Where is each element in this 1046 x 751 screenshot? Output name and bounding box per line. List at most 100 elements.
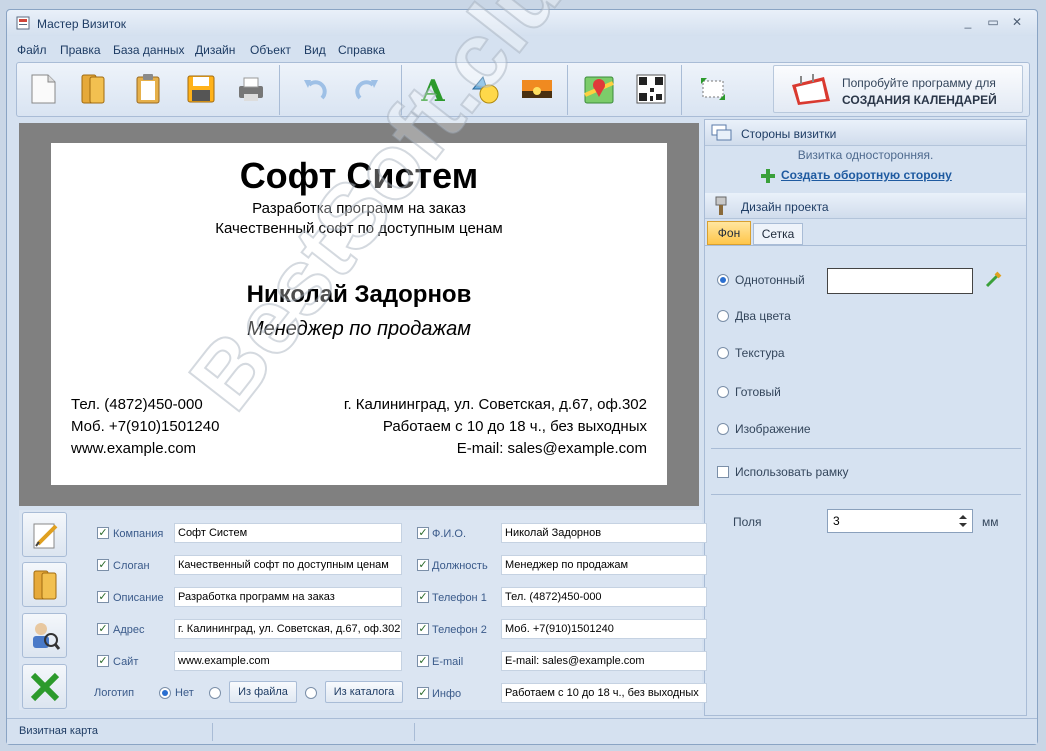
radio-ready[interactable] bbox=[717, 386, 729, 398]
business-card[interactable]: Софт Систем Разработка программ на заказ… bbox=[51, 143, 667, 485]
slogan-input[interactable]: Качественный софт по доступным ценам bbox=[174, 555, 402, 575]
email-label: E-mail bbox=[432, 656, 464, 668]
address-input[interactable]: г. Калининград, ул. Советская, д.67, оф.… bbox=[174, 619, 402, 639]
site-input[interactable]: www.example.com bbox=[174, 651, 402, 671]
print-button[interactable] bbox=[231, 69, 271, 109]
fio-input[interactable]: Николай Задорнов bbox=[501, 523, 707, 543]
app-icon bbox=[16, 16, 30, 30]
description-label: Описание bbox=[113, 592, 164, 604]
email-checkbox[interactable]: ✓ bbox=[417, 655, 429, 667]
card-slogan[interactable]: Качественный софт по доступным ценам bbox=[51, 220, 667, 237]
radio-solid[interactable] bbox=[717, 274, 729, 286]
company-input[interactable]: Софт Систем bbox=[174, 523, 402, 543]
logo-catalog-radio[interactable] bbox=[305, 687, 317, 699]
margins-unit: мм bbox=[982, 515, 999, 529]
menu-database[interactable]: База данных bbox=[113, 43, 184, 57]
excel-side-button[interactable] bbox=[22, 664, 67, 709]
add-text-button[interactable]: A bbox=[413, 69, 453, 109]
phone2-input[interactable]: Моб. +7(910)1501240 bbox=[501, 619, 707, 639]
svg-text:A: A bbox=[420, 74, 445, 105]
logo-none-radio[interactable] bbox=[159, 687, 171, 699]
description-input[interactable]: Разработка программ на заказ bbox=[174, 587, 402, 607]
radio-two-colors[interactable] bbox=[717, 310, 729, 322]
minimize-button[interactable]: _ bbox=[959, 15, 977, 29]
app-window: Мастер Визиток _ ▭ ✕ Файл Правка База да… bbox=[6, 9, 1038, 745]
description-checkbox[interactable]: ✓ bbox=[97, 591, 109, 603]
card-site[interactable]: www.example.com bbox=[71, 440, 196, 457]
address-checkbox[interactable]: ✓ bbox=[97, 623, 109, 635]
menu-object[interactable]: Объект bbox=[250, 43, 291, 57]
title-bar: Мастер Визиток _ ▭ ✕ bbox=[7, 10, 1037, 36]
search-side-button[interactable] bbox=[22, 613, 67, 658]
close-button[interactable]: ✕ bbox=[1008, 15, 1026, 29]
clipboard-button[interactable] bbox=[128, 69, 168, 109]
phone2-checkbox[interactable]: ✓ bbox=[417, 623, 429, 635]
card-company[interactable]: Софт Систем bbox=[51, 155, 667, 197]
margins-input[interactable]: 3 bbox=[827, 509, 973, 533]
fields-panel: ✓ Компания Софт Систем ✓ Слоган Качестве… bbox=[19, 510, 707, 710]
menu-design[interactable]: Дизайн bbox=[195, 43, 235, 57]
design-title: Дизайн проекта bbox=[741, 200, 829, 214]
logo-file-button[interactable]: Из файла bbox=[229, 681, 297, 703]
card-address[interactable]: г. Калининград, ул. Советская, д.67, оф.… bbox=[344, 396, 647, 413]
add-map-button[interactable] bbox=[579, 69, 619, 109]
tab-grid[interactable]: Сетка bbox=[753, 223, 803, 245]
fio-checkbox[interactable]: ✓ bbox=[417, 527, 429, 539]
redo-button[interactable] bbox=[347, 69, 387, 109]
company-label: Компания bbox=[113, 528, 164, 540]
open-button[interactable] bbox=[73, 69, 113, 109]
new-button[interactable] bbox=[23, 69, 63, 109]
save-button[interactable] bbox=[181, 69, 221, 109]
sides-header[interactable]: Стороны визитки bbox=[705, 120, 1026, 146]
clipboard-icon bbox=[136, 74, 160, 104]
fit-button[interactable] bbox=[693, 69, 733, 109]
menu-help[interactable]: Справка bbox=[338, 43, 385, 57]
use-frame-label: Использовать рамку bbox=[735, 465, 849, 479]
menu-view[interactable]: Вид bbox=[304, 43, 326, 57]
maximize-button[interactable]: ▭ bbox=[984, 15, 1002, 29]
phone1-checkbox[interactable]: ✓ bbox=[417, 591, 429, 603]
design-header[interactable]: Дизайн проекта bbox=[705, 193, 1026, 219]
status-bar: Визитная карта bbox=[7, 718, 1037, 744]
card-position[interactable]: Менеджер по продажам bbox=[51, 318, 667, 341]
spinner-icon[interactable] bbox=[958, 514, 968, 528]
card-info[interactable]: Работаем с 10 до 18 ч., без выходных bbox=[383, 418, 647, 435]
promo-calendar-button[interactable]: Попробуйте программу для СОЗДАНИЯ КАЛЕНД… bbox=[773, 65, 1023, 113]
add-shape-button[interactable] bbox=[465, 69, 505, 109]
menu-bar: Файл Правка База данных Дизайн Объект Ви… bbox=[7, 40, 1037, 60]
radio-texture[interactable] bbox=[717, 347, 729, 359]
position-input[interactable]: Менеджер по продажам bbox=[501, 555, 707, 575]
label-image: Изображение bbox=[735, 422, 811, 436]
logo-file-radio[interactable] bbox=[209, 687, 221, 699]
eyedropper-icon[interactable] bbox=[985, 270, 1003, 288]
card-email[interactable]: E-mail: sales@example.com bbox=[457, 440, 647, 457]
radio-image[interactable] bbox=[717, 423, 729, 435]
tab-background[interactable]: Фон bbox=[707, 221, 751, 245]
info-input[interactable]: Работаем с 10 до 18 ч., без выходных bbox=[501, 683, 707, 703]
add-image-button[interactable] bbox=[517, 69, 557, 109]
card-phone1[interactable]: Тел. (4872)450-000 bbox=[71, 396, 203, 413]
logo-catalog-button[interactable]: Из каталога bbox=[325, 681, 403, 703]
open-folder-icon bbox=[81, 74, 105, 104]
undo-button[interactable] bbox=[295, 69, 335, 109]
menu-file[interactable]: Файл bbox=[17, 43, 47, 57]
card-description[interactable]: Разработка программ на заказ bbox=[51, 200, 667, 217]
card-name[interactable]: Николай Задорнов bbox=[51, 281, 667, 309]
email-input[interactable]: E-mail: sales@example.com bbox=[501, 651, 707, 671]
color-field[interactable] bbox=[827, 268, 973, 294]
use-frame-checkbox[interactable] bbox=[717, 466, 729, 478]
site-checkbox[interactable]: ✓ bbox=[97, 655, 109, 667]
info-checkbox[interactable]: ✓ bbox=[417, 687, 429, 699]
add-qr-button[interactable] bbox=[631, 69, 671, 109]
card-phone2[interactable]: Моб. +7(910)1501240 bbox=[71, 418, 219, 435]
company-checkbox[interactable]: ✓ bbox=[97, 527, 109, 539]
info-label: Инфо bbox=[432, 688, 462, 700]
phone1-input[interactable]: Тел. (4872)450-000 bbox=[501, 587, 707, 607]
database-side-button[interactable] bbox=[22, 562, 67, 607]
slogan-checkbox[interactable]: ✓ bbox=[97, 559, 109, 571]
position-checkbox[interactable]: ✓ bbox=[417, 559, 429, 571]
edit-side-button[interactable] bbox=[22, 512, 67, 557]
margins-label: Поля bbox=[733, 515, 762, 529]
menu-edit[interactable]: Правка bbox=[60, 43, 101, 57]
margins-value: 3 bbox=[833, 514, 840, 528]
